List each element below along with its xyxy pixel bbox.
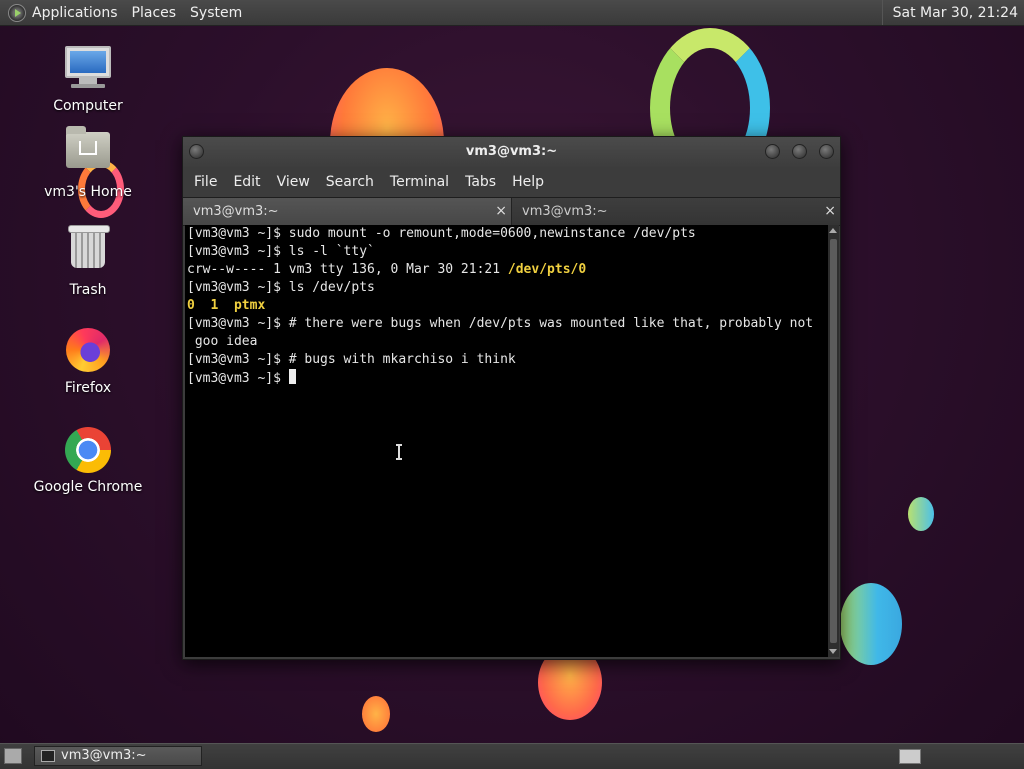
terminal-text: ls -l `tty`: [288, 244, 375, 259]
menu-terminal[interactable]: Terminal: [382, 174, 457, 190]
terminal-line: [vm3@vm3 ~]$ ls -l `tty`: [185, 243, 828, 261]
terminal-text: ls /dev/pts: [288, 280, 375, 295]
terminal-output[interactable]: [vm3@vm3 ~]$ sudo mount -o remount,mode=…: [185, 225, 828, 657]
panel-clock[interactable]: Sat Mar 30, 21:24: [881, 0, 1024, 25]
workspace-switcher[interactable]: [899, 749, 921, 764]
desktop-icon-home[interactable]: vm3's Home: [28, 126, 148, 200]
tab-terminal-1[interactable]: vm3@vm3:~ ×: [183, 198, 512, 225]
terminal-text: crw--w---- 1 vm3 tty 136, 0 Mar 30 21:21: [187, 262, 508, 277]
menu-file[interactable]: File: [186, 174, 225, 190]
terminal-prompt: [vm3@vm3 ~]$: [187, 244, 289, 259]
wallpaper-blob: [362, 696, 390, 732]
terminal-line: goo idea: [185, 333, 828, 351]
menu-view[interactable]: View: [269, 174, 318, 190]
menu-applications[interactable]: Applications: [32, 5, 118, 21]
mouse-ibeam-icon: [396, 444, 402, 460]
taskbar-window-label: vm3@vm3:~: [61, 748, 147, 763]
terminal-text: goo idea: [187, 334, 258, 349]
menu-search[interactable]: Search: [318, 174, 382, 190]
terminal-prompt: [vm3@vm3 ~]$: [187, 316, 289, 331]
chrome-icon: [63, 427, 113, 475]
desktop-icon-label: Google Chrome: [33, 479, 143, 495]
terminal-line: crw--w---- 1 vm3 tty 136, 0 Mar 30 21:21…: [185, 261, 828, 279]
wallpaper-blob: [908, 497, 934, 531]
scroll-up-icon[interactable]: [829, 228, 837, 233]
terminal-tabbar: vm3@vm3:~ × vm3@vm3:~ ×: [183, 197, 840, 226]
close-button[interactable]: [819, 144, 834, 159]
terminal-text: sudo mount -o remount,mode=0600,newinsta…: [288, 226, 696, 241]
terminal-prompt: [vm3@vm3 ~]$: [187, 226, 289, 241]
terminal-highlight-text: 0 1 ptmx: [187, 298, 266, 313]
trash-icon: [63, 225, 113, 278]
desktop-icon-trash[interactable]: Trash: [28, 225, 148, 298]
terminal-prompt: [vm3@vm3 ~]$: [187, 280, 289, 295]
tab-label: vm3@vm3:~: [193, 204, 279, 219]
terminal-highlight-text: /dev/pts/0: [507, 262, 587, 277]
window-title: vm3@vm3:~: [465, 144, 558, 159]
minimize-button[interactable]: [765, 144, 780, 159]
taskbar-window-button[interactable]: vm3@vm3:~: [34, 746, 202, 766]
text-cursor: [288, 369, 296, 384]
desktop-icon-label: Trash: [69, 282, 107, 298]
window-title-bar[interactable]: vm3@vm3:~: [183, 137, 840, 167]
top-panel: Applications Places System Sat Mar 30, 2…: [0, 0, 1024, 26]
desktop-icon-chrome[interactable]: Google Chrome: [28, 426, 148, 495]
desktop-icon-label: vm3's Home: [44, 184, 132, 200]
tab-close-icon[interactable]: ×: [824, 198, 836, 225]
terminal-text: # there were bugs when /dev/pts was moun…: [288, 316, 814, 331]
desktop-icon-label: Firefox: [64, 380, 112, 396]
terminal-line: [vm3@vm3 ~]$ ls /dev/pts: [185, 279, 828, 297]
terminal-line: [vm3@vm3 ~]$ sudo mount -o remount,mode=…: [185, 225, 828, 243]
desktop-icon-firefox[interactable]: Firefox: [28, 326, 148, 396]
terminal-line: 0 1 ptmx: [185, 297, 828, 315]
computer-icon: [63, 46, 113, 94]
menu-system[interactable]: System: [190, 5, 242, 21]
tab-label: vm3@vm3:~: [522, 204, 608, 219]
menu-edit[interactable]: Edit: [225, 174, 268, 190]
window-menu-button[interactable]: [189, 144, 204, 159]
terminal-text: # bugs with mkarchiso i think: [288, 352, 516, 367]
bottom-panel: vm3@vm3:~: [0, 743, 1024, 769]
show-desktop-icon[interactable]: [4, 748, 22, 764]
home-folder-icon: [63, 126, 113, 180]
distro-logo-icon[interactable]: [8, 3, 26, 22]
terminal-line: [vm3@vm3 ~]$ # bugs with mkarchiso i thi…: [185, 351, 828, 369]
scroll-down-icon[interactable]: [829, 649, 837, 654]
firefox-icon: [63, 328, 113, 376]
desktop-icon-label: Computer: [53, 98, 123, 114]
scrollbar-thumb[interactable]: [830, 239, 837, 643]
tab-terminal-2[interactable]: vm3@vm3:~ ×: [512, 198, 840, 225]
terminal-line: [vm3@vm3 ~]$ # there were bugs when /dev…: [185, 315, 828, 333]
terminal-window: vm3@vm3:~ File Edit View Search Terminal…: [182, 136, 841, 660]
wallpaper-blob: [840, 583, 902, 665]
terminal-line: [vm3@vm3 ~]$: [185, 369, 828, 387]
terminal-icon: [41, 750, 55, 762]
menu-tabs[interactable]: Tabs: [457, 174, 504, 190]
maximize-button[interactable]: [792, 144, 807, 159]
menu-help[interactable]: Help: [504, 174, 552, 190]
terminal-scrollbar[interactable]: [828, 225, 839, 657]
desktop-icon-computer[interactable]: Computer: [28, 46, 148, 114]
terminal-prompt: [vm3@vm3 ~]$: [187, 371, 289, 386]
terminal-menubar: File Edit View Search Terminal Tabs Help: [183, 167, 840, 197]
menu-places[interactable]: Places: [132, 5, 177, 21]
terminal-prompt: [vm3@vm3 ~]$: [187, 352, 289, 367]
tab-close-icon[interactable]: ×: [495, 198, 507, 225]
